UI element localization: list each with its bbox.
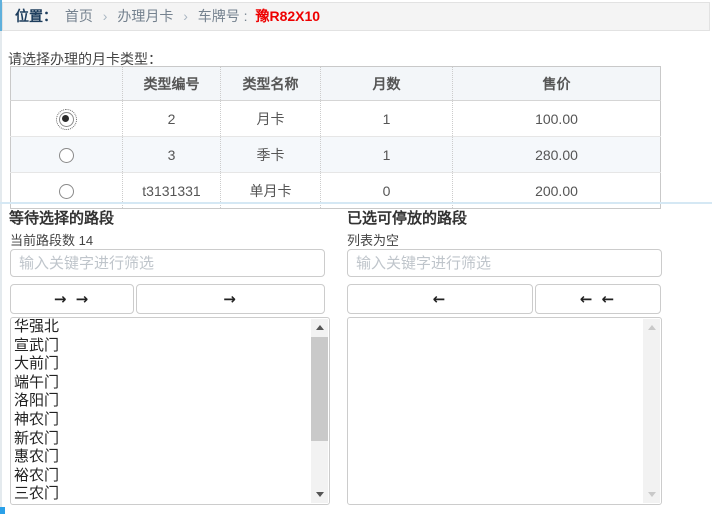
table-header-row: 类型编号 类型名称 月数 售价: [11, 67, 661, 101]
list-item[interactable]: 洛阳门: [11, 392, 329, 411]
card-type-table: 类型编号 类型名称 月数 售价 2 月卡 1 100.00 3 季卡 1 280…: [10, 66, 661, 209]
scrollbar-disabled: [643, 319, 660, 503]
plate-number-label: 车牌号 :: [198, 8, 248, 24]
cell-type-name: 季卡: [221, 137, 321, 173]
scroll-down-icon: [648, 492, 656, 497]
section-divider: [0, 202, 712, 204]
cell-type-id: 3: [123, 137, 221, 173]
card-type-radio[interactable]: [59, 184, 74, 199]
cell-price: 280.00: [453, 137, 661, 173]
breadcrumb-monthly-card-link[interactable]: 办理月卡: [117, 8, 173, 24]
col-header-price: 售价: [453, 67, 661, 101]
scrollbar[interactable]: [311, 319, 328, 503]
cell-months: 1: [321, 101, 453, 137]
waiting-sections-count: 当前路段数 14: [10, 230, 93, 249]
breadcrumb: 位置： 首页 › 办理月卡 › 车牌号 : 豫R82X10: [2, 2, 710, 31]
move-selected-left-button[interactable]: ←: [347, 284, 533, 314]
selected-sections-listbox[interactable]: [347, 317, 662, 505]
left-edge-accent-bottom: [0, 507, 5, 514]
list-item[interactable]: 大前门: [11, 355, 329, 374]
breadcrumb-label: 位置：: [15, 8, 57, 24]
list-item[interactable]: 三农门: [11, 485, 329, 504]
scroll-up-icon: [648, 325, 656, 330]
waiting-sections-title: 等待选择的路段: [9, 207, 114, 228]
scroll-down-button[interactable]: [311, 486, 328, 503]
card-type-radio[interactable]: [59, 148, 74, 163]
col-header-type-name: 类型名称: [221, 67, 321, 101]
left-filter-input[interactable]: [10, 249, 325, 277]
col-header-type-id: 类型编号: [123, 67, 221, 101]
table-row: 3 季卡 1 280.00: [11, 137, 661, 173]
radio-column-header: [11, 67, 123, 101]
page: 位置： 首页 › 办理月卡 › 车牌号 : 豫R82X10 请选择办理的月卡类型…: [0, 0, 712, 514]
move-selected-right-button[interactable]: →: [136, 284, 325, 314]
breadcrumb-home-link[interactable]: 首页: [65, 8, 93, 24]
list-item[interactable]: 宣武门: [11, 337, 329, 356]
list-item[interactable]: 新农门: [11, 430, 329, 449]
cell-type-id: 2: [123, 101, 221, 137]
cell-price: 100.00: [453, 101, 661, 137]
cell-months: 1: [321, 137, 453, 173]
scroll-up-button[interactable]: [311, 319, 328, 336]
left-edge-accent-mid: [0, 31, 2, 507]
scroll-up-button: [643, 319, 660, 336]
card-type-radio-selected[interactable]: [59, 112, 74, 127]
selected-sections-empty-note: 列表为空: [347, 230, 399, 249]
col-header-months: 月数: [321, 67, 453, 101]
move-all-right-button[interactable]: → →: [10, 284, 134, 314]
scroll-down-button: [643, 486, 660, 503]
breadcrumb-separator: ›: [103, 8, 108, 24]
waiting-sections-listbox[interactable]: 华强北 宣武门 大前门 端午门 洛阳门 神农门 新农门 惠农门 裕农门 三农门: [10, 317, 330, 505]
right-filter-input[interactable]: [347, 249, 662, 277]
scroll-down-icon: [316, 492, 324, 497]
list-item[interactable]: 华强北: [11, 318, 329, 337]
list-item[interactable]: 端午门: [11, 374, 329, 393]
breadcrumb-separator: ›: [183, 8, 188, 24]
move-all-left-button[interactable]: ← ←: [535, 284, 661, 314]
table-row: 2 月卡 1 100.00: [11, 101, 661, 137]
cell-type-name: 月卡: [221, 101, 321, 137]
selected-sections-title: 已选可停放的路段: [347, 207, 467, 228]
scrollbar-thumb[interactable]: [311, 337, 328, 441]
scroll-up-icon: [316, 325, 324, 330]
list-item[interactable]: 裕农门: [11, 467, 329, 486]
list-item[interactable]: 神农门: [11, 411, 329, 430]
plate-number: 豫R82X10: [255, 8, 320, 24]
list-item[interactable]: 惠农门: [11, 448, 329, 467]
